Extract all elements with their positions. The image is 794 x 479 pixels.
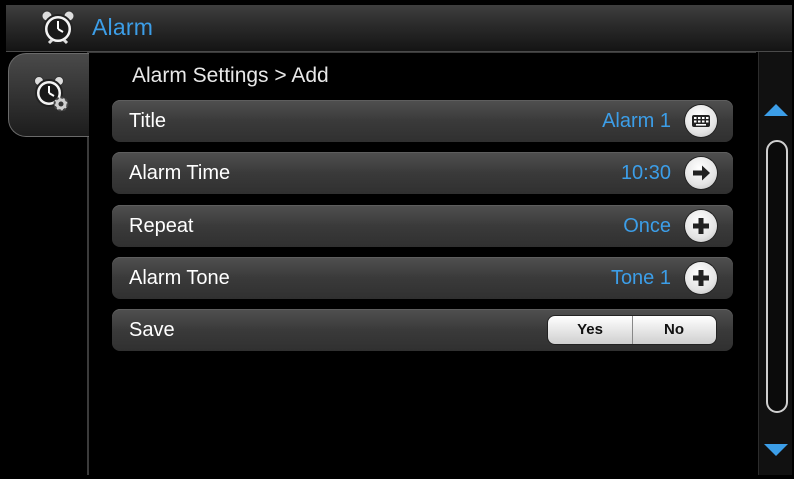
alarm-clock-icon [38,8,78,48]
title-bar: Alarm [6,5,792,52]
yes-button[interactable]: Yes [548,316,633,344]
row-label: Repeat [129,215,194,237]
content-panel: Alarm Settings > Add Title Alarm 1 Alarm… [89,52,756,475]
plus-icon[interactable] [685,210,717,242]
row-label: Save [129,319,175,341]
save-toggle: Yes No [547,315,717,345]
row-value: Tone 1 [610,267,671,289]
app-window: Alarm Alarm Settings > Add Title Alarm 1 [6,5,792,475]
app-title: Alarm [92,14,154,40]
alarm-tone-row[interactable]: Alarm Tone Tone 1 [112,257,733,299]
alarm-settings-icon [34,76,69,112]
row-label: Alarm Tone [129,267,230,289]
scrollbar[interactable] [758,52,792,475]
scroll-down-icon[interactable] [763,442,789,458]
plus-icon[interactable] [685,262,717,294]
alarm-settings-tab[interactable] [8,53,90,137]
scroll-up-icon[interactable] [763,102,789,118]
row-label: Alarm Time [129,162,231,184]
scroll-thumb[interactable] [766,140,788,413]
row-value: Once [623,215,671,237]
row-label: Title [129,110,167,132]
no-button[interactable]: No [632,316,716,344]
breadcrumb: Alarm Settings > Add [132,64,329,87]
row-value: Alarm 1 [602,110,671,132]
title-row[interactable]: Title Alarm 1 [112,100,733,142]
alarm-time-row[interactable]: Alarm Time 10:30 [112,152,733,194]
arrow-right-icon[interactable] [685,157,717,189]
save-row: Save Yes No [112,309,733,351]
row-value: 10:30 [620,162,671,184]
keyboard-icon[interactable] [685,105,717,137]
repeat-row[interactable]: Repeat Once [112,205,733,247]
